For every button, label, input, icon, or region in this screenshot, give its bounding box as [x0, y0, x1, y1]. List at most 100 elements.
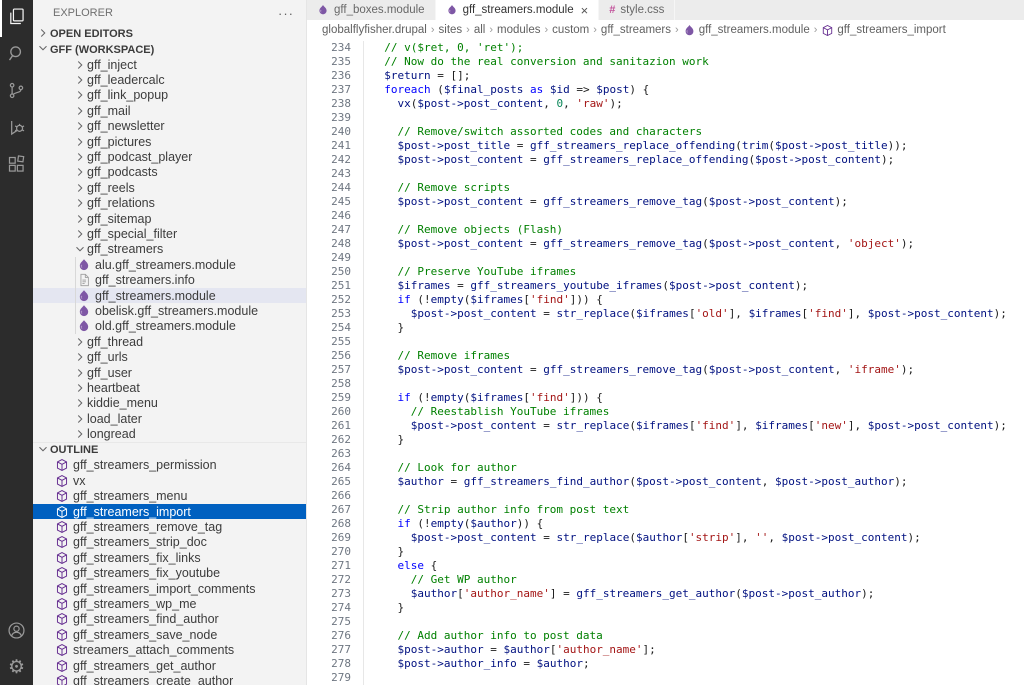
line-number[interactable]: 235: [307, 55, 351, 69]
outline-item[interactable]: gff_streamers_fix_youtube: [33, 566, 306, 581]
code-line[interactable]: 267 // Strip author info from post text: [307, 503, 1024, 517]
line-number[interactable]: 253: [307, 307, 351, 321]
line-number[interactable]: 263: [307, 447, 351, 461]
breadcrumb-item[interactable]: sites: [439, 24, 463, 36]
breadcrumb-item[interactable]: all: [474, 24, 486, 36]
code-line[interactable]: 248 $post->post_content = gff_streamers_…: [307, 237, 1024, 251]
line-number[interactable]: 251: [307, 279, 351, 293]
tree-folder[interactable]: gff_sitemap: [33, 211, 306, 226]
code-line[interactable]: 263: [307, 447, 1024, 461]
line-number[interactable]: 264: [307, 461, 351, 475]
line-number[interactable]: 239: [307, 111, 351, 125]
line-number[interactable]: 246: [307, 209, 351, 223]
line-number[interactable]: 277: [307, 643, 351, 657]
breadcrumb-item[interactable]: modules: [497, 24, 540, 36]
run-debug-button[interactable]: [0, 111, 33, 148]
tree-file[interactable]: obelisk.gff_streamers.module: [33, 303, 306, 318]
tree-folder[interactable]: gff_user: [33, 365, 306, 380]
code-line[interactable]: 254 }: [307, 321, 1024, 335]
tree-folder[interactable]: longread: [33, 426, 306, 441]
tree-folder[interactable]: gff_urls: [33, 349, 306, 364]
line-number[interactable]: 245: [307, 195, 351, 209]
section-open-editors[interactable]: OPEN EDITORS: [33, 26, 306, 42]
line-number[interactable]: 266: [307, 489, 351, 503]
account-button[interactable]: [0, 615, 33, 650]
tree-file[interactable]: old.gff_streamers.module: [33, 319, 306, 334]
code-line[interactable]: 259 if (!empty($iframes['find'])) {: [307, 391, 1024, 405]
tree-file[interactable]: gff_streamers.info: [33, 272, 306, 287]
breadcrumb-item[interactable]: gff_streamers.module: [683, 24, 810, 37]
outline-item[interactable]: gff_streamers_find_author: [33, 612, 306, 627]
line-number[interactable]: 237: [307, 83, 351, 97]
breadcrumb-item[interactable]: gff_streamers_import: [821, 24, 945, 37]
code-line[interactable]: 253 $post->post_content = str_replace($i…: [307, 307, 1024, 321]
tree-folder[interactable]: gff_thread: [33, 334, 306, 349]
code-line[interactable]: 258: [307, 377, 1024, 391]
line-number[interactable]: 269: [307, 531, 351, 545]
line-number[interactable]: 259: [307, 391, 351, 405]
outline-item[interactable]: gff_streamers_wp_me: [33, 596, 306, 611]
outline-item[interactable]: gff_streamers_create_author: [33, 673, 306, 685]
line-number[interactable]: 257: [307, 363, 351, 377]
tree-folder[interactable]: load_later: [33, 411, 306, 426]
tree-folder[interactable]: gff_newsletter: [33, 119, 306, 134]
code-line[interactable]: 272 // Get WP author: [307, 573, 1024, 587]
line-number[interactable]: 249: [307, 251, 351, 265]
code-line[interactable]: 241 $post->post_title = gff_streamers_re…: [307, 139, 1024, 153]
tree-folder[interactable]: gff_special_filter: [33, 226, 306, 241]
line-number[interactable]: 268: [307, 517, 351, 531]
outline-item[interactable]: streamers_attach_comments: [33, 642, 306, 657]
tree-folder[interactable]: gff_streamers: [33, 242, 306, 257]
code-line[interactable]: 265 $author = gff_streamers_find_author(…: [307, 475, 1024, 489]
source-control-button[interactable]: [0, 74, 33, 111]
code-line[interactable]: 243: [307, 167, 1024, 181]
code-line[interactable]: 278 $post->author_info = $author;: [307, 657, 1024, 671]
line-number[interactable]: 240: [307, 125, 351, 139]
code-line[interactable]: 235 // Now do the real conversion and sa…: [307, 55, 1024, 69]
tree-folder[interactable]: kiddie_menu: [33, 396, 306, 411]
code-line[interactable]: 246: [307, 209, 1024, 223]
code-line[interactable]: 273 $author['author_name'] = gff_streame…: [307, 587, 1024, 601]
code-line[interactable]: 277 $post->author = $author['author_name…: [307, 643, 1024, 657]
tree-folder[interactable]: gff_pictures: [33, 134, 306, 149]
breadcrumb-item[interactable]: globalflyfisher.drupal: [322, 24, 427, 36]
line-number[interactable]: 238: [307, 97, 351, 111]
code-line[interactable]: 271 else {: [307, 559, 1024, 573]
section-outline[interactable]: OUTLINE: [33, 442, 306, 458]
outline-item[interactable]: gff_streamers_menu: [33, 489, 306, 504]
section-workspace[interactable]: GFF (WORKSPACE): [33, 42, 306, 57]
line-number[interactable]: 242: [307, 153, 351, 167]
code-line[interactable]: 269 $post->post_content = str_replace($a…: [307, 531, 1024, 545]
code-line[interactable]: 275: [307, 615, 1024, 629]
line-number[interactable]: 276: [307, 629, 351, 643]
search-button[interactable]: [0, 37, 33, 74]
tree-folder[interactable]: gff_podcasts: [33, 165, 306, 180]
code-line[interactable]: 260 // Reestablish YouTube iframes: [307, 405, 1024, 419]
outline-item[interactable]: gff_streamers_remove_tag: [33, 519, 306, 534]
line-number[interactable]: 252: [307, 293, 351, 307]
editor-tab[interactable]: gff_boxes.module: [307, 0, 436, 20]
line-number[interactable]: 254: [307, 321, 351, 335]
line-number[interactable]: 279: [307, 671, 351, 685]
outline-item[interactable]: gff_streamers_permission: [33, 458, 306, 473]
line-number[interactable]: 275: [307, 615, 351, 629]
line-number[interactable]: 270: [307, 545, 351, 559]
code-line[interactable]: 251 $iframes = gff_streamers_youtube_ifr…: [307, 279, 1024, 293]
tree-folder[interactable]: heartbeat: [33, 380, 306, 395]
line-number[interactable]: 250: [307, 265, 351, 279]
tree-folder[interactable]: gff_inject: [33, 57, 306, 72]
code-line[interactable]: 264 // Look for author: [307, 461, 1024, 475]
code-line[interactable]: 262 }: [307, 433, 1024, 447]
code-line[interactable]: 244 // Remove scripts: [307, 181, 1024, 195]
line-number[interactable]: 265: [307, 475, 351, 489]
line-number[interactable]: 256: [307, 349, 351, 363]
line-number[interactable]: 248: [307, 237, 351, 251]
code-line[interactable]: 266: [307, 489, 1024, 503]
outline-item[interactable]: gff_streamers_import: [33, 504, 306, 519]
explorer-button[interactable]: [0, 0, 33, 37]
tree-folder[interactable]: gff_reels: [33, 180, 306, 195]
code-line[interactable]: 268 if (!empty($author)) {: [307, 517, 1024, 531]
more-actions-icon[interactable]: ···: [278, 6, 294, 21]
tree-folder[interactable]: gff_relations: [33, 196, 306, 211]
breadcrumb-item[interactable]: gff_streamers: [601, 24, 671, 36]
